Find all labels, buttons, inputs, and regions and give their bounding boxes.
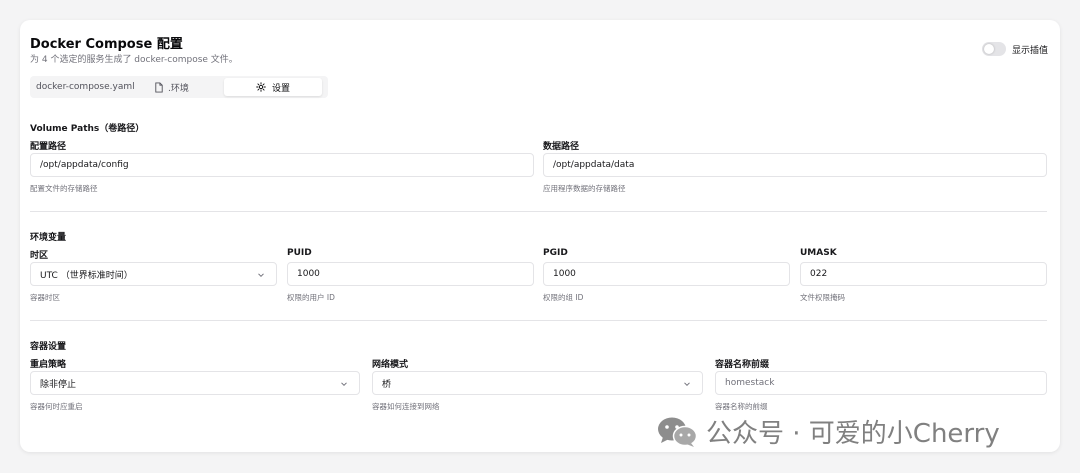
config-path-input[interactable]: /opt/appdata/config <box>30 153 534 177</box>
timezone-label: 时区 <box>30 251 49 261</box>
file-icon <box>155 81 163 93</box>
timezone-field: 时区 UTC （世界标准时间） 容器时区 <box>30 248 277 303</box>
umask-field: UMASK 022 文件权限掩码 <box>800 248 1047 303</box>
chevron-down-icon <box>341 382 347 387</box>
tab-env[interactable]: .环境 <box>150 78 224 96</box>
restart-policy-field: 重启策略 除非停止 容器何时应重启 <box>30 357 360 412</box>
chevron-down-icon <box>258 273 264 278</box>
volume-section-title: Volume Paths（卷路径） <box>30 124 145 134</box>
tab-label: 设置 <box>271 83 290 94</box>
container-prefix-input[interactable]: homestack <box>715 371 1047 395</box>
divider <box>30 211 1047 212</box>
puid-input[interactable]: 1000 <box>287 262 534 286</box>
data-path-value: /opt/appdata/data <box>553 160 635 170</box>
network-mode-select[interactable]: 桥 <box>372 371 703 395</box>
puid-field: PUID 1000 权限的用户 ID <box>287 248 534 303</box>
wechat-icon <box>658 417 698 447</box>
tab-list: docker-compose.yaml .环境 设置 <box>30 76 328 98</box>
network-mode-field: 网络模式 桥 容器如何连接到网络 <box>372 357 703 412</box>
container-prefix-label: 容器名称前缀 <box>715 360 770 370</box>
config-path-label: 配置路径 <box>30 142 67 152</box>
data-path-input[interactable]: /opt/appdata/data <box>543 153 1047 177</box>
divider <box>30 320 1047 321</box>
pgid-hint: 权限的组 ID <box>543 293 584 302</box>
chevron-down-icon <box>684 382 690 387</box>
network-mode-hint: 容器如何连接到网络 <box>372 402 440 411</box>
timezone-hint: 容器时区 <box>30 293 60 302</box>
container-prefix-hint: 容器名称的前缀 <box>715 402 768 411</box>
puid-value: 1000 <box>297 269 320 279</box>
container-prefix-field: 容器名称前缀 homestack 容器名称的前缀 <box>715 357 1047 412</box>
container-section-title: 容器设置 <box>30 342 67 352</box>
tab-settings[interactable]: 设置 <box>224 78 322 96</box>
restart-policy-label: 重启策略 <box>30 360 67 370</box>
toggle-switch[interactable] <box>981 42 1006 56</box>
gear-icon <box>256 82 266 92</box>
umask-input[interactable]: 022 <box>800 262 1047 286</box>
network-mode-value: 桥 <box>382 379 392 390</box>
pgid-value: 1000 <box>553 269 576 279</box>
restart-policy-value: 除非停止 <box>40 379 77 390</box>
pgid-label: PGID <box>543 248 568 258</box>
restart-policy-select[interactable]: 除非停止 <box>30 371 360 395</box>
data-path-field: 数据路径 /opt/appdata/data 应用程序数据的存储路径 <box>543 139 1047 194</box>
toggle-label: 显示插值 <box>1011 45 1048 56</box>
puid-label: PUID <box>287 248 312 258</box>
container-prefix-placeholder: homestack <box>725 378 775 388</box>
env-section-title: 环境变量 <box>30 233 67 243</box>
pgid-field: PGID 1000 权限的组 ID <box>543 248 790 303</box>
config-path-value: /opt/appdata/config <box>40 160 129 170</box>
compose-config-card: Docker Compose 配置 为 4 个选定的服务生成了 docker-c… <box>20 20 1060 452</box>
config-path-field: 配置路径 /opt/appdata/config 配置文件的存储路径 <box>30 139 534 194</box>
config-path-hint: 配置文件的存储路径 <box>30 184 98 193</box>
network-mode-label: 网络模式 <box>372 360 409 370</box>
timezone-select[interactable]: UTC （世界标准时间） <box>30 262 277 286</box>
data-path-hint: 应用程序数据的存储路径 <box>543 184 626 193</box>
toggle-knob <box>983 44 994 54</box>
data-path-label: 数据路径 <box>543 142 580 152</box>
page-title: Docker Compose 配置 <box>30 37 183 52</box>
restart-policy-hint: 容器何时应重启 <box>30 402 83 411</box>
timezone-value: UTC （世界标准时间） <box>40 270 133 281</box>
umask-label: UMASK <box>800 248 837 258</box>
watermark-text: 公众号 · 可爱的小Cherry <box>706 419 1000 449</box>
puid-hint: 权限的用户 ID <box>287 293 335 302</box>
tab-docker-compose[interactable]: docker-compose.yaml <box>32 78 150 96</box>
watermark: 公众号 · 可爱的小Cherry <box>656 413 1000 450</box>
umask-value: 022 <box>810 269 828 279</box>
show-interpolation-toggle[interactable]: 显示插值 <box>981 42 1048 56</box>
pgid-input[interactable]: 1000 <box>543 262 790 286</box>
umask-hint: 文件权限掩码 <box>800 293 845 302</box>
page-subtitle: 为 4 个选定的服务生成了 docker-compose 文件。 <box>30 55 238 65</box>
tab-label: .环境 <box>168 83 189 94</box>
tab-label: docker-compose.yaml <box>36 82 135 92</box>
